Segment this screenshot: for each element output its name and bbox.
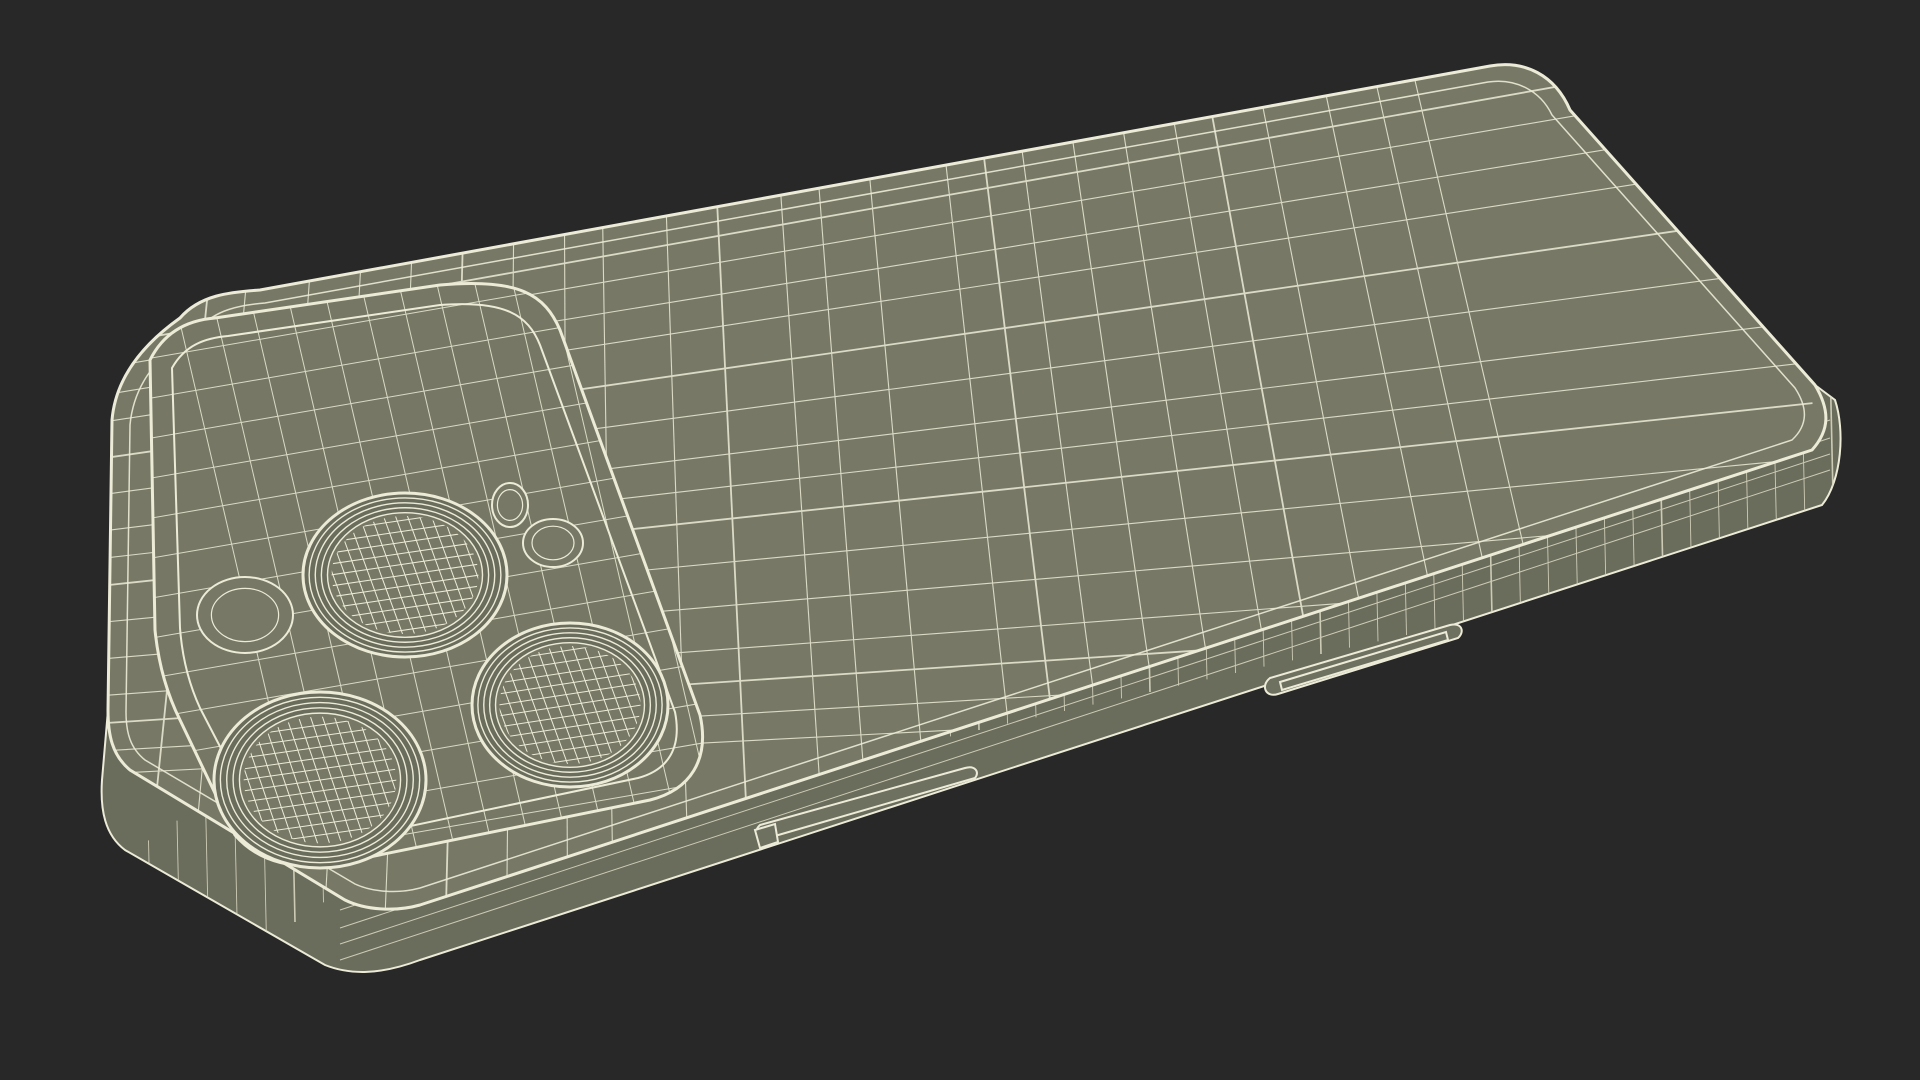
viewport bbox=[0, 0, 1920, 1080]
side-wire bbox=[119, 859, 125, 972]
lens-right bbox=[470, 621, 670, 789]
phone-wireframe-render bbox=[100, 63, 1842, 973]
lens-bottom bbox=[212, 690, 428, 870]
lens-top bbox=[301, 491, 509, 659]
side-wire bbox=[148, 840, 153, 972]
